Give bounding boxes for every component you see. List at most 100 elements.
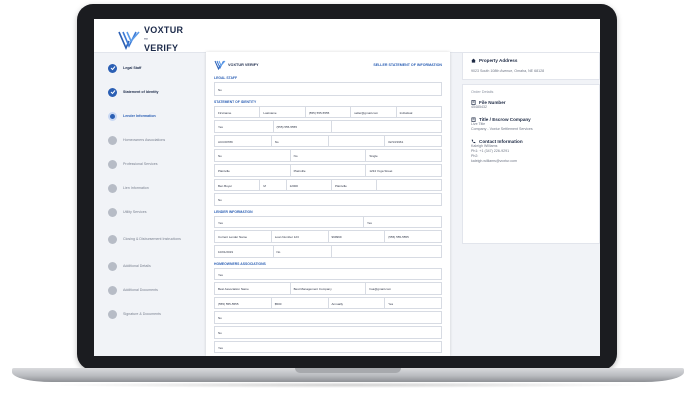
field-value: 12000 [289,183,298,188]
step-lender-information[interactable]: Lender Information [108,104,208,128]
hoa-row: Best Association Name Best Management Co… [214,282,442,295]
step-professional-services[interactable]: Professional Services [108,152,208,176]
pending-step-icon [108,309,117,319]
field-value: Lastname [263,110,277,115]
legal-question: No [214,82,442,96]
contact-block: Contact Information Kaleigh Williams Ph1… [471,139,591,164]
field-value: Plainville [293,168,306,173]
order-details-card: Order Details File Number 45485432 Title… [462,84,600,244]
check-icon [108,87,117,97]
pending-step-icon [108,285,117,295]
field-value: hoa@gmail.com [369,287,392,292]
file-number-value: 45485432 [471,105,487,109]
step-label: Utility Services [123,209,147,214]
field-value: (555) 555-5555 [218,301,239,306]
step-label: Legal Staff [123,65,142,70]
field-value: 999999 [331,235,342,240]
check-icon [108,63,117,73]
field-value: Current Lender Name [218,235,248,240]
step-additional-details[interactable]: Additional Details [108,254,208,278]
field-value: Best Management Company [293,287,332,292]
field-value: Yes [388,301,394,306]
step-statement-of-identity[interactable]: Statement of Identity [108,80,208,104]
app-screen: VOXTUR ™ VERIFY Legal Staff Statement of … [94,19,600,356]
step-utility-services[interactable]: Utility Services [108,200,208,224]
order-panel: Property Address 9023 South 108th Avenue… [462,52,600,356]
step-label: Additional Documents [123,287,158,292]
step-lien-information[interactable]: Lien Information [108,176,208,200]
step-label: Lien Information [123,185,149,190]
pending-step-icon [108,261,117,271]
field-value: Plainville [335,183,347,188]
document-title: SELLER STATEMENT OF INFORMATION [373,63,442,67]
document-logo: VOXTUR VERIFY [214,60,259,70]
field-value: (555) 555-5555 [308,110,330,115]
brand-tm: ™ [144,37,149,42]
field-value: $500 [274,301,282,306]
step-homeowners-associations[interactable]: Homeowners Associations [108,128,208,152]
field-value: Yes [218,345,223,350]
field-value: Firstname [218,110,232,115]
field-value: Loan Number 123 [274,235,299,240]
step-label: Statement of Identity [123,89,159,94]
identity-row: ACC00789 No 02/13/1961 [214,134,442,148]
field-value: No [274,139,279,144]
field-value: (555) 555-5555 [276,125,298,130]
pending-step-icon [108,183,117,193]
step-signature-documents[interactable]: Signature & Documents [108,302,208,326]
step-label: Professional Services [123,161,158,166]
company-line2: Company - Voxtur Settlement Services [471,127,533,131]
file-number-block: File Number 45485432 [471,100,591,110]
step-closing-disbursement[interactable]: Closing & Disbursement Instructions [108,224,208,254]
step-label: Additional Details [123,263,151,268]
brand-wordmark: VOXTUR ™ VERIFY [144,26,183,53]
property-title: Property Address [471,58,591,63]
field-value: No [218,198,222,203]
hoa-row: (555) 555-5555 $500 Annually Yes [214,296,442,310]
identity-row: Firstname Lastname (555) 555-5555 seller… [214,105,442,119]
step-legal-staff[interactable]: Legal Staff [108,56,208,80]
field-value: Ben Buyer [218,183,233,188]
hoa-question: No [214,311,442,324]
hoa-question: Yes [214,267,442,281]
top-bar: VOXTUR ™ VERIFY [94,19,600,53]
statement-document[interactable]: VOXTUR VERIFY SELLER STATEMENT OF INFORM… [206,52,450,356]
field-value: seller@gmail.com [354,110,379,115]
field-value: Yes [367,220,372,225]
identity-row: Plainville Plainville 1234 Yoga Street [214,163,442,177]
step-label: Signature & Documents [123,311,161,316]
field-value: Single [369,154,378,159]
document-header: VOXTUR VERIFY SELLER STATEMENT OF INFORM… [214,58,442,72]
voxtur-v-icon [214,60,226,70]
step-additional-documents[interactable]: Additional Documents [108,278,208,302]
field-value: (555) 555-5555 [388,235,409,240]
pending-step-icon [108,135,117,145]
step-label: Homeowners Associations [123,137,166,142]
field-value: 1234 Yoga Street [369,168,393,173]
field-value: No [276,249,281,254]
order-details-heading: Order Details [471,90,494,94]
laptop-hinge-notch [295,368,401,373]
document-brand: VOXTUR VERIFY [228,63,259,67]
brand-line1: VOXTUR [144,25,184,35]
laptop-shadow [40,382,656,388]
field-value: No [293,154,298,159]
hoa-question: Yes [214,340,442,354]
field-value: Yes [218,125,223,130]
laptop-mockup: VOXTUR ™ VERIFY Legal Staff Statement of … [0,0,696,396]
brand-logo[interactable]: VOXTUR ™ VERIFY [118,26,183,53]
section-lender-information: LENDER INFORMATION [214,209,253,214]
identity-row: Yes (555) 555-5555 [214,120,442,133]
field-value: No [218,330,222,335]
contact-email[interactable]: kaleigh.williams@voxtur.com [471,159,591,164]
field-value: 10/01/2019 [218,249,234,254]
pending-step-icon [108,159,117,169]
field-value: Best Association Name [218,287,249,292]
field-value: No [218,88,222,92]
property-address: 9023 South 108th Avenue, Omaha, NE 68128 [471,69,545,73]
field-value: Yes [218,220,223,225]
field-value: Individual [399,110,413,115]
field-value: Yes [218,272,223,277]
identity-row: Ben Buyer M 12000 Plainville [214,178,442,192]
field-value: ACC00789 [218,139,233,144]
